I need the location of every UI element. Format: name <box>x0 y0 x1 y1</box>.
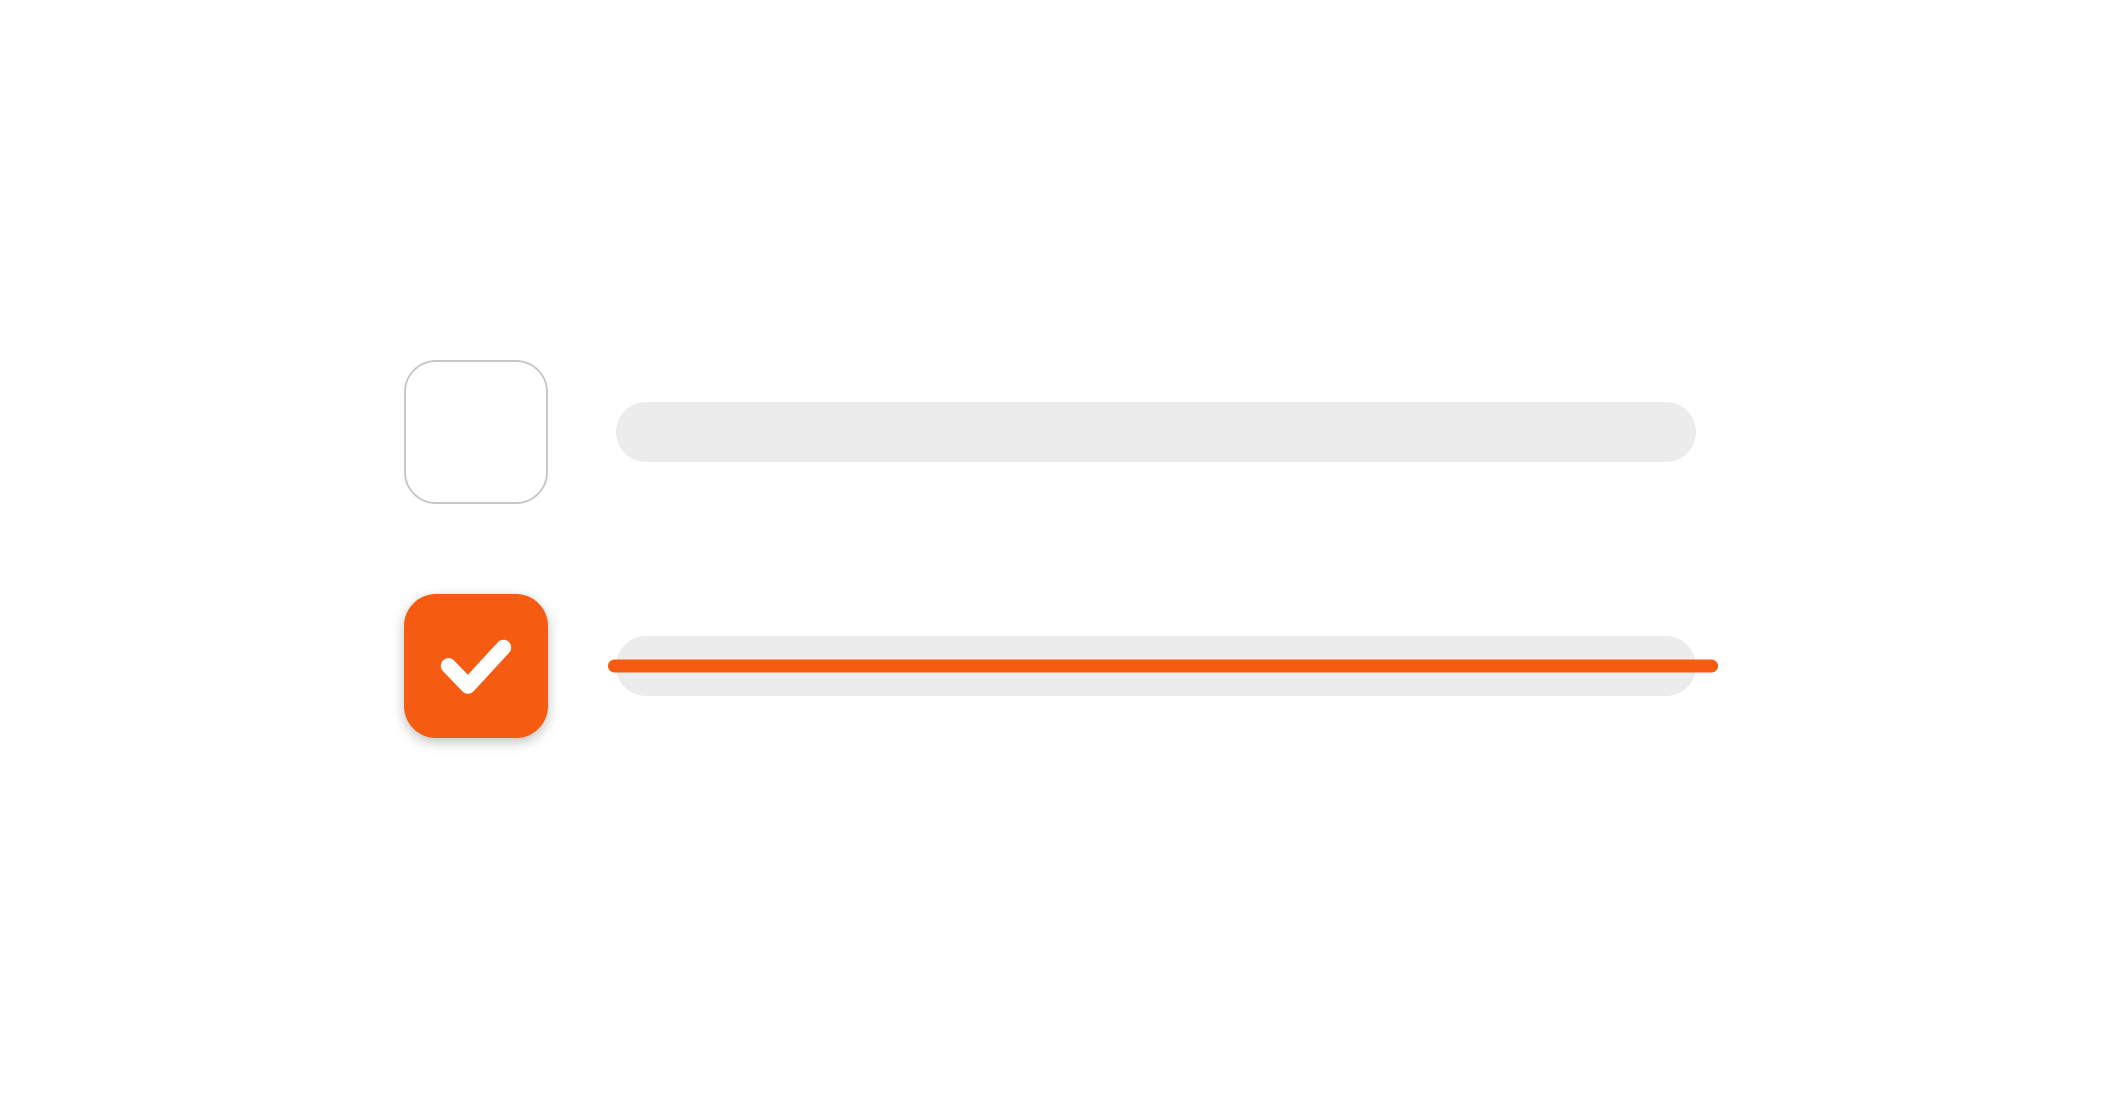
item-label-placeholder <box>616 402 1696 462</box>
checklist <box>404 360 1704 828</box>
strikethrough <box>608 660 1718 673</box>
list-item <box>404 594 1704 738</box>
check-icon <box>432 620 520 712</box>
item-label-placeholder <box>616 636 1696 696</box>
checkbox-checked[interactable] <box>404 594 548 738</box>
checkbox-unchecked[interactable] <box>404 360 548 504</box>
list-item <box>404 360 1704 504</box>
